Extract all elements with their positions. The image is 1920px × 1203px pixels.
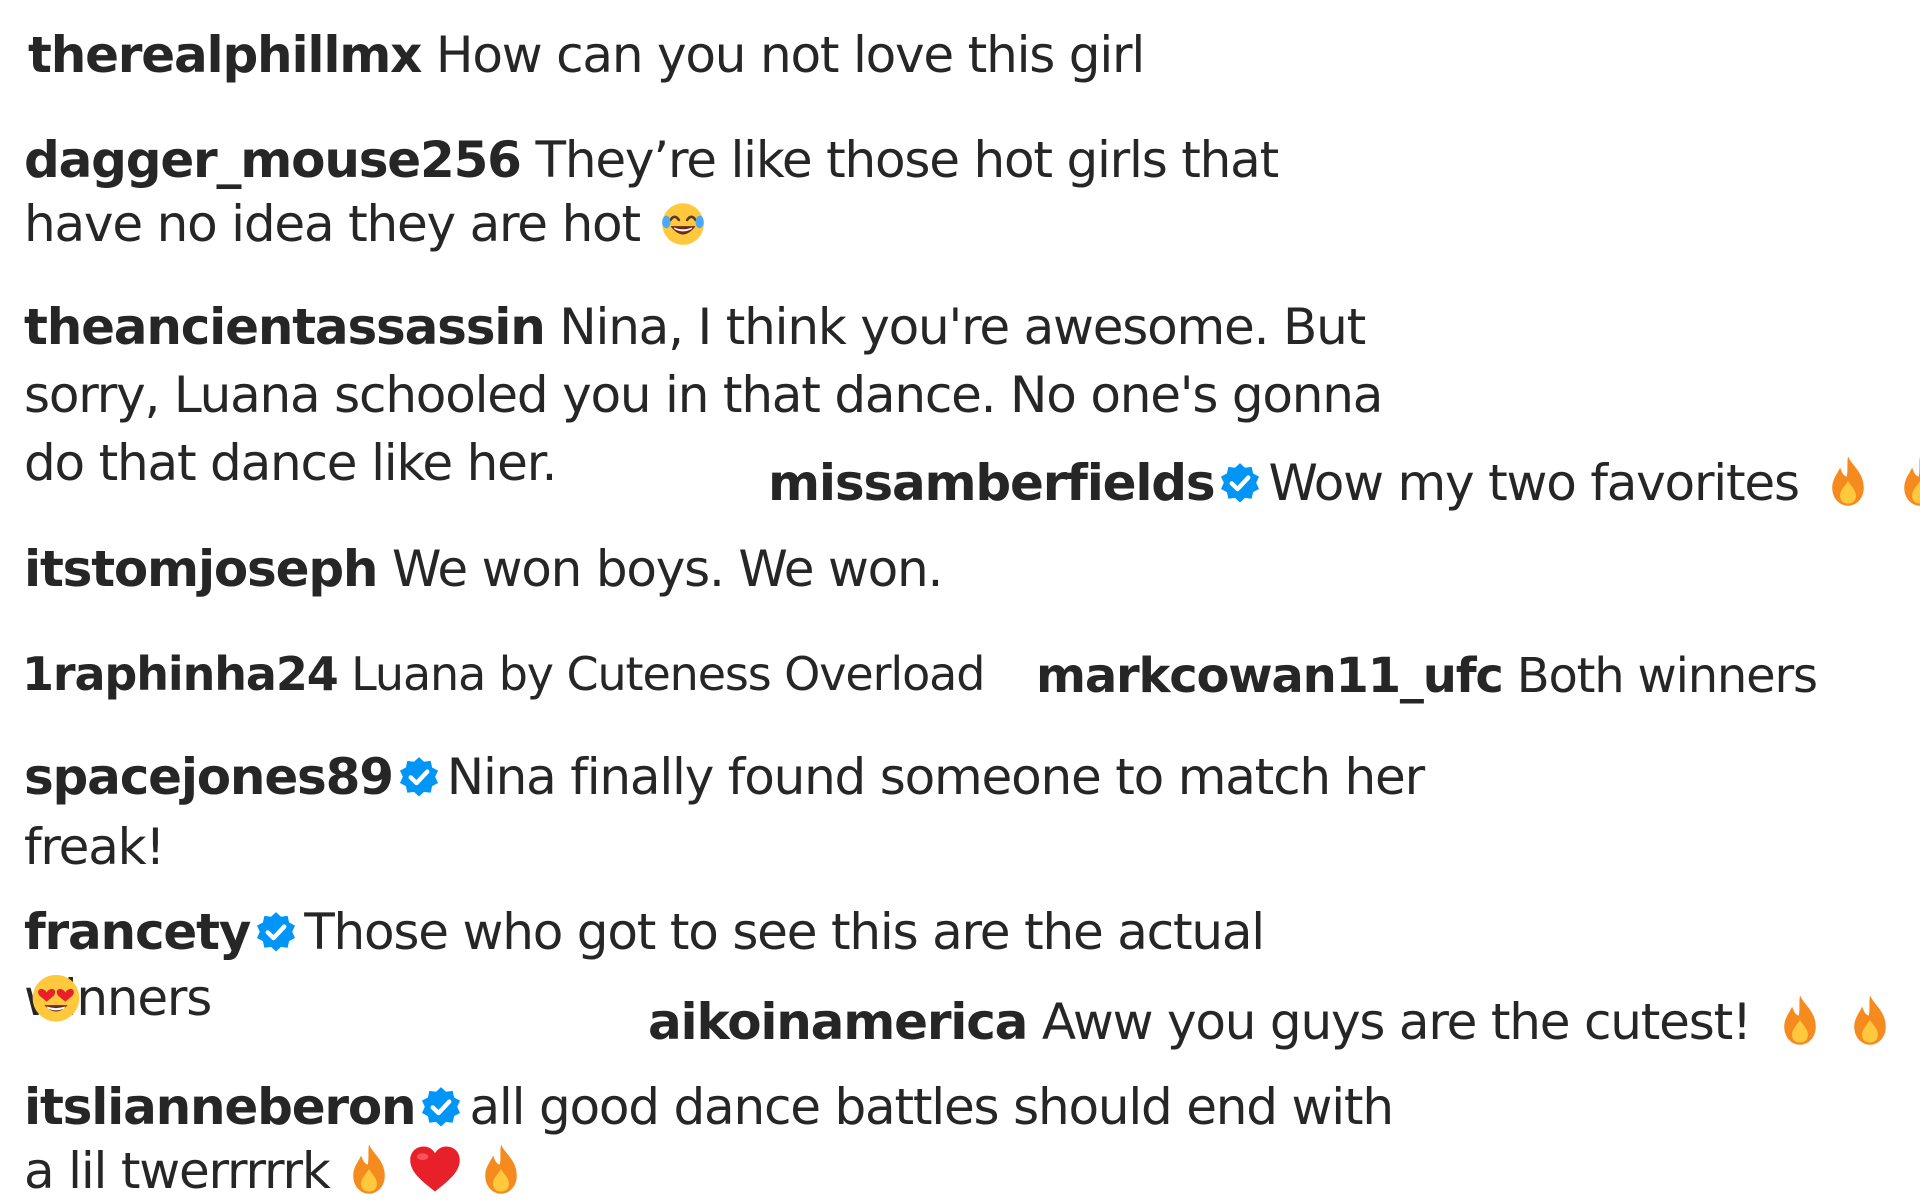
comment-item: spacejones89 Nina finally found someone t… bbox=[24, 742, 1444, 882]
comment-username[interactable]: spacejones89 bbox=[24, 748, 394, 806]
comment-username[interactable]: markcowan11_ufc bbox=[1036, 648, 1504, 704]
comment-text: Wow my two favorites bbox=[1268, 454, 1800, 512]
comment-text: Both winners bbox=[1516, 648, 1818, 704]
comment-text: Luana by Cuteness Overload bbox=[351, 647, 985, 701]
comment-username[interactable]: theancientassassin bbox=[24, 298, 546, 356]
comment-username[interactable]: aikoinamerica bbox=[648, 993, 1028, 1051]
heart-eyes-face-icon bbox=[28, 969, 84, 1025]
fire-icon bbox=[476, 1142, 526, 1196]
comment-item: therealphillmx How can you not love this… bbox=[28, 22, 1145, 88]
comment-text: How can you not love this girl bbox=[435, 26, 1145, 84]
comment-item: itslianneberon all good dance battles sho… bbox=[24, 1075, 1424, 1203]
verified-badge-icon bbox=[419, 1086, 463, 1130]
red-heart-icon bbox=[408, 1142, 462, 1196]
comment-username[interactable]: francety bbox=[24, 903, 251, 961]
fire-icon bbox=[1775, 993, 1825, 1047]
comment-item: aikoinamerica Aww you guys are the cutes… bbox=[648, 989, 1920, 1055]
verified-badge-icon bbox=[1218, 462, 1262, 506]
fire-icon bbox=[344, 1142, 394, 1196]
verified-badge-icon bbox=[397, 756, 441, 800]
comment-item: dagger_mouse256 They’re like those hot g… bbox=[24, 128, 1374, 256]
comment-text: Aww you guys are the cutest! bbox=[1041, 993, 1752, 1051]
fire-icon bbox=[1845, 993, 1895, 1047]
fire-icon bbox=[1895, 454, 1920, 508]
comment-text: We won boys. We won. bbox=[392, 540, 943, 598]
comment-username[interactable]: itslianneberon bbox=[24, 1078, 417, 1136]
comment-item: markcowan11_ufc Both winners bbox=[1036, 643, 1818, 709]
comment-item: 1raphinha24 Luana by Cuteness Overload bbox=[22, 641, 985, 707]
comment-username[interactable]: 1raphinha24 bbox=[22, 647, 339, 701]
verified-badge-icon bbox=[254, 911, 298, 955]
comment-item: missamberfields Wow my two favorites bbox=[768, 450, 1920, 516]
comment-item: itstomjoseph We won boys. We won. bbox=[24, 536, 943, 602]
fire-icon bbox=[1823, 454, 1873, 508]
laughing-face-icon bbox=[658, 195, 708, 249]
comment-username[interactable]: therealphillmx bbox=[28, 26, 422, 84]
comment-username[interactable]: dagger_mouse256 bbox=[24, 131, 522, 189]
fire-icon bbox=[1915, 993, 1920, 1047]
comment-username[interactable]: itstomjoseph bbox=[24, 540, 379, 598]
comment-username[interactable]: missamberfields bbox=[768, 454, 1216, 512]
